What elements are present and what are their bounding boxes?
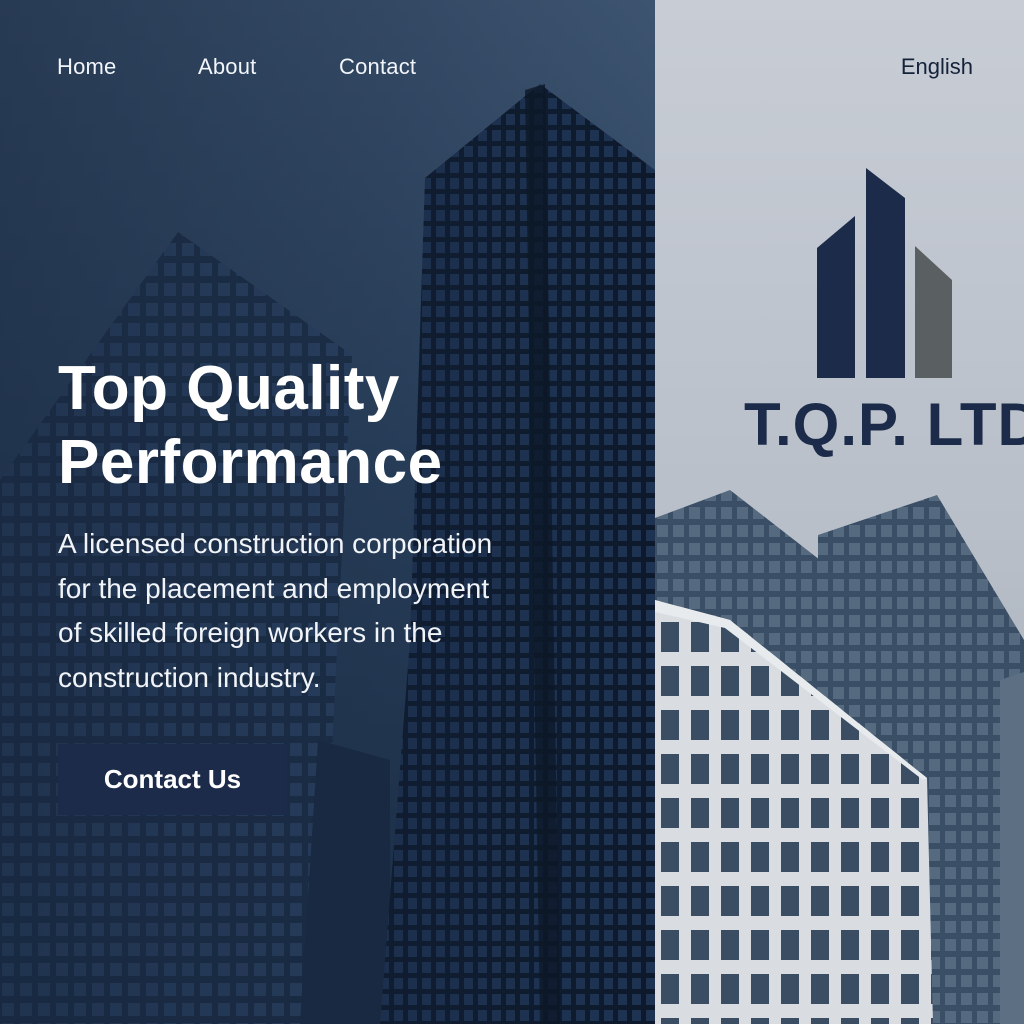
hero-background-right (655, 0, 1024, 1024)
hero-subtitle-line: of skilled foreign workers in the (58, 617, 443, 648)
hero-section: Top Quality Performance A licensed const… (58, 352, 578, 700)
nav-link-home[interactable]: Home (57, 54, 117, 80)
hero-subtitle-line: A licensed construction corporation (58, 528, 493, 559)
top-navigation: Home About Contact English (0, 0, 1024, 130)
nav-link-about[interactable]: About (198, 54, 257, 80)
buildings-logo-icon (817, 168, 952, 378)
contact-us-button[interactable]: Contact Us (58, 744, 287, 815)
hero-subtitle-line: for the placement and employment (58, 572, 490, 604)
nav-link-contact[interactable]: Contact (339, 54, 416, 80)
hero-subtitle: A licensed construction corporation for … (58, 522, 558, 700)
hero-subtitle-line: construction industry. (58, 661, 321, 693)
hero-title: Top Quality Performance (58, 352, 578, 500)
skyscrapers-illustration-right (655, 490, 1024, 1024)
hero-title-line-2: Performance (58, 428, 443, 497)
hero-title-line-1: Top Quality (58, 354, 400, 423)
brand-name: T.Q.P. LTD (744, 391, 1024, 458)
language-selector[interactable]: English (901, 54, 973, 80)
